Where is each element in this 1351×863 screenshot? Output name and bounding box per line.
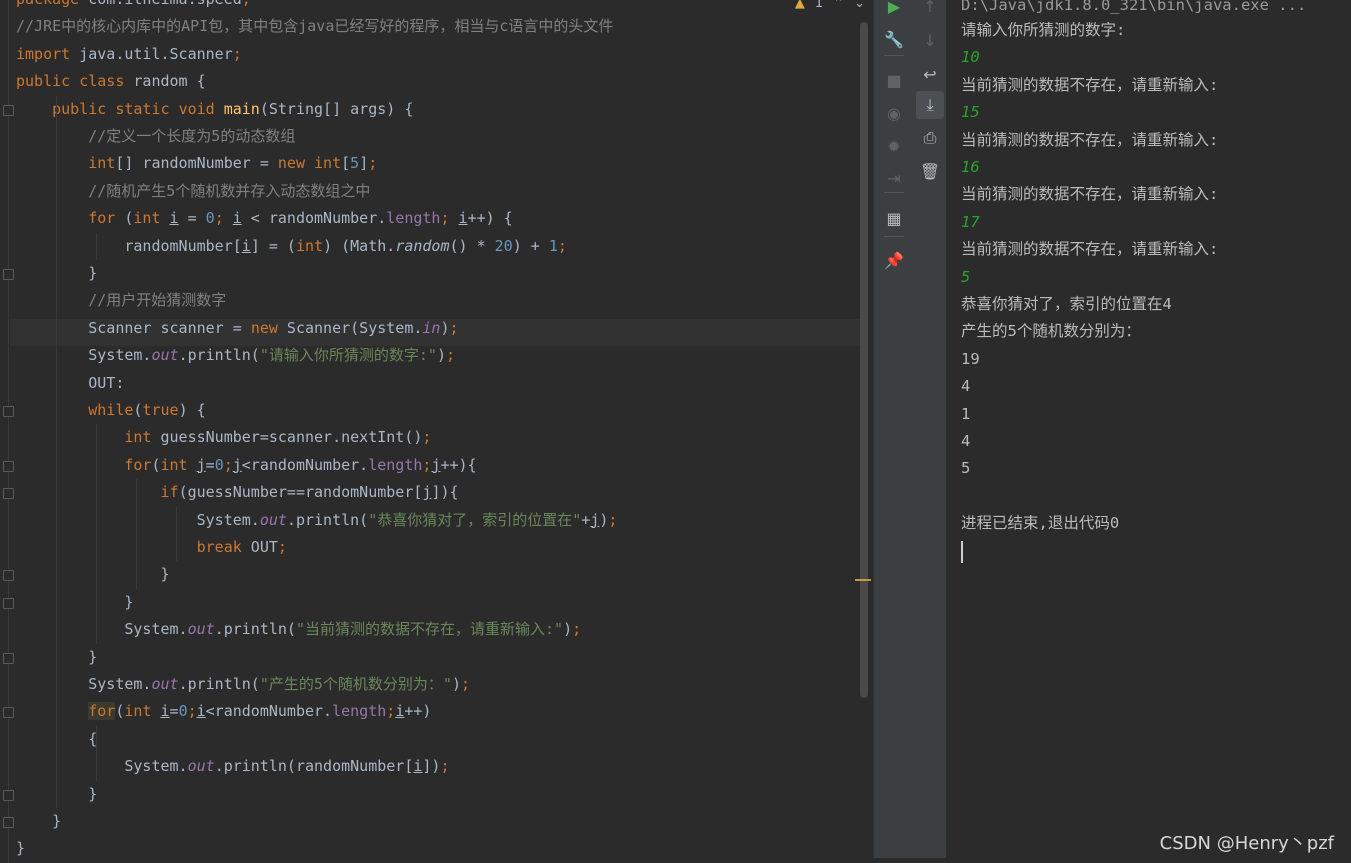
- fold-marker-icon[interactable]: [3, 789, 14, 801]
- indent-guide: [96, 424, 97, 644]
- console-input-line: 16: [961, 158, 980, 176]
- stop-icon[interactable]: ■: [880, 66, 908, 94]
- code-line[interactable]: for (int i = 0; i < randomNumber.length;…: [16, 205, 512, 232]
- code-line[interactable]: for(int j=0;j<randomNumber.length;j++){: [16, 452, 476, 479]
- code-line[interactable]: public class random {: [16, 68, 206, 95]
- code-line[interactable]: Scanner scanner = new Scanner(System.in)…: [16, 315, 458, 342]
- exit-icon[interactable]: ⇥: [880, 164, 908, 192]
- scroll-to-end-icon[interactable]: ⤓: [916, 91, 944, 119]
- code-line[interactable]: System.out.println(randomNumber[i]);: [16, 753, 449, 780]
- indent-guide: [176, 506, 177, 562]
- wrench-icon[interactable]: 🔧: [880, 25, 908, 53]
- console-output-line: 4: [961, 432, 971, 450]
- watermark: CSDN @Henry丶pzf: [1159, 833, 1334, 854]
- code-line[interactable]: //随机产生5个随机数并存入动态数组之中: [16, 178, 370, 205]
- console-output-line: 5: [961, 459, 971, 478]
- toolbar-separator: [884, 55, 904, 56]
- code-editor[interactable]: package com.itheima.speed;//JRE中的核心内库中的A…: [0, 0, 873, 863]
- indent-guide: [96, 725, 97, 781]
- console-output-line: 当前猜测的数据不存在，请重新输入:: [961, 185, 1219, 204]
- warning-marker[interactable]: [855, 579, 871, 581]
- code-line[interactable]: import java.util.Scanner;: [16, 41, 242, 68]
- code-line[interactable]: System.out.println("产生的5个随机数分别为：");: [16, 671, 470, 698]
- run-toolbar: ▶ 🔧 ■ ◉ ✹ ⇥ ▦ 📌 ↑ ↓ ↩ ⤓ ⎙ 🗑: [873, 0, 946, 858]
- indent-guide: [56, 95, 57, 808]
- code-line[interactable]: //用户开始猜测数字: [16, 287, 226, 314]
- next-problem-icon[interactable]: ⌄: [854, 0, 865, 11]
- toolbar-separator: [884, 236, 904, 237]
- console-output-line: 当前猜测的数据不存在，请重新输入:: [961, 240, 1219, 259]
- trash-icon[interactable]: 🗑: [916, 157, 944, 185]
- console-input-line: 10: [961, 48, 980, 67]
- soft-wrap-icon[interactable]: ↩: [916, 60, 944, 88]
- code-line[interactable]: package com.itheima.speed;: [16, 0, 251, 13]
- problems-indicator[interactable]: ▲ 1 ⌃ ⌄: [795, 0, 865, 11]
- code-line[interactable]: //定义一个长度为5的动态数组: [16, 123, 295, 150]
- console-output-line: 恭喜你猜对了，索引的位置在4: [961, 295, 1172, 313]
- console-output-line: 1: [961, 404, 971, 423]
- code-line[interactable]: randomNumber[i] = (int) (Math.random() *…: [16, 233, 567, 260]
- fold-marker-icon[interactable]: [3, 707, 14, 719]
- console-output-line: 当前猜测的数据不存在，请重新输入:: [961, 75, 1219, 94]
- code-line[interactable]: //JRE中的核心内库中的API包，其中包含java已经写好的程序，相当与c语言…: [16, 13, 613, 40]
- fold-marker-icon[interactable]: [3, 269, 14, 280]
- fold-marker-icon[interactable]: [3, 597, 14, 609]
- code-line[interactable]: System.out.println("请输入你所猜测的数字:");: [16, 342, 455, 369]
- console-input-line: 17: [961, 212, 980, 231]
- code-line[interactable]: OUT:: [16, 370, 124, 397]
- console-caret: [961, 541, 963, 563]
- code-line[interactable]: if(guessNumber==randomNumber[j]){: [16, 479, 459, 506]
- console-input-line: 5: [961, 267, 971, 286]
- warning-count: 1: [814, 0, 824, 11]
- print-icon[interactable]: ⎙: [916, 124, 944, 152]
- warning-icon: ▲: [794, 0, 805, 11]
- console-input-line: 15: [961, 103, 980, 122]
- previous-problem-icon[interactable]: ⌃: [833, 0, 844, 11]
- console-output-line: 进程已结束,退出代码0: [961, 514, 1120, 533]
- code-line[interactable]: }: [16, 561, 169, 588]
- fold-marker-icon[interactable]: [3, 460, 14, 472]
- code-line[interactable]: System.out.println("恭喜你猜对了，索引的位置在"+j);: [16, 507, 618, 534]
- fold-marker-icon[interactable]: [3, 652, 14, 664]
- fold-marker-icon[interactable]: [3, 817, 14, 828]
- up-arrow-icon[interactable]: ↑: [916, 0, 944, 20]
- code-line[interactable]: int[] randomNumber = new int[5];: [16, 150, 377, 177]
- code-line[interactable]: System.out.println("当前猜测的数据不存在，请重新输入:");: [16, 616, 581, 643]
- down-arrow-icon[interactable]: ↓: [916, 26, 944, 54]
- fold-marker-icon[interactable]: [3, 406, 14, 417]
- toolbar-separator: [884, 192, 904, 193]
- fold-marker-icon[interactable]: [3, 488, 14, 500]
- console-output-line: 当前猜测的数据不存在，请重新输入:: [961, 130, 1219, 149]
- indent-guide: [136, 479, 137, 589]
- camera-icon[interactable]: ◉: [880, 99, 908, 127]
- console-output-line: 产生的5个随机数分别为：: [961, 322, 1141, 341]
- fold-marker-icon[interactable]: [3, 104, 14, 116]
- code-line[interactable]: while(true) {: [16, 397, 205, 424]
- code-line[interactable]: }: [16, 589, 133, 616]
- layout-icon[interactable]: ▦: [880, 204, 908, 232]
- bug-icon[interactable]: ✹: [880, 132, 908, 160]
- code-line[interactable]: int guessNumber=scanner.nextInt();: [16, 424, 431, 451]
- run-icon[interactable]: ▶: [880, 0, 908, 20]
- editor-scrollbar[interactable]: [860, 22, 868, 698]
- run-console[interactable]: D:\Java\jdk1.8.0_321\bin\java.exe ... 请输…: [946, 0, 1351, 863]
- indent-guide: [96, 232, 97, 260]
- gutter: [8, 0, 9, 863]
- code-line[interactable]: }: [16, 808, 61, 835]
- code-line[interactable]: }: [16, 835, 25, 862]
- fold-marker-icon[interactable]: [3, 570, 14, 582]
- code-line[interactable]: for(int i=0;i<randomNumber.length;i++): [16, 698, 431, 725]
- pin-icon[interactable]: 📌: [880, 246, 908, 274]
- console-output-line: 请输入你所猜测的数字:: [961, 21, 1126, 39]
- console-output-line: 4: [961, 377, 971, 396]
- code-line[interactable]: public static void main(String[] args) {: [16, 96, 413, 123]
- console-output-line: 19: [961, 349, 980, 368]
